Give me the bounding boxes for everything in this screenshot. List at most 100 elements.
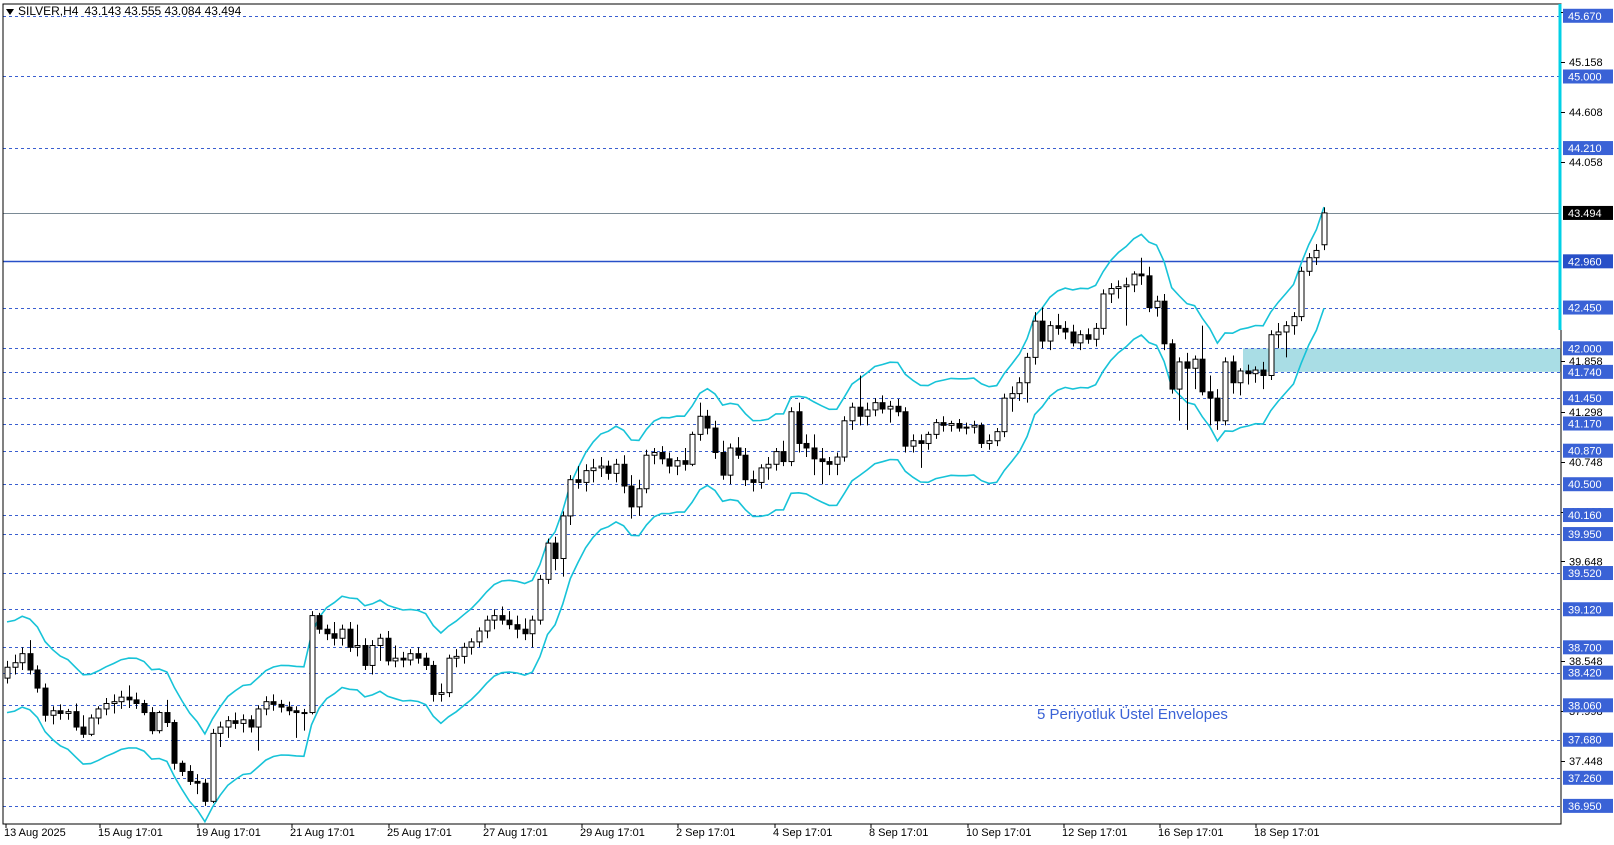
candle[interactable] [811, 434, 818, 476]
candle[interactable] [1176, 357, 1183, 421]
candle[interactable] [1298, 266, 1305, 322]
candle[interactable] [187, 765, 194, 786]
candle[interactable] [438, 683, 445, 702]
candle[interactable] [697, 402, 704, 441]
candle[interactable] [309, 611, 316, 715]
candle[interactable] [742, 447, 749, 487]
candle[interactable] [278, 699, 285, 713]
candle[interactable] [864, 402, 871, 426]
candle[interactable] [225, 716, 232, 738]
candle[interactable] [293, 706, 300, 738]
candle[interactable] [415, 647, 422, 664]
candle[interactable] [605, 460, 612, 480]
candle[interactable] [1268, 330, 1275, 381]
candle[interactable] [270, 694, 277, 711]
candle[interactable] [331, 621, 338, 646]
candle[interactable] [712, 420, 719, 459]
candle[interactable] [720, 440, 727, 480]
candle[interactable] [19, 647, 26, 670]
candle[interactable] [1184, 352, 1191, 430]
candle[interactable] [42, 683, 49, 722]
candle[interactable] [499, 606, 506, 625]
candle[interactable] [141, 699, 148, 716]
candle[interactable] [659, 446, 666, 465]
candle[interactable] [689, 431, 696, 467]
candle[interactable] [1055, 313, 1062, 335]
candle[interactable] [1291, 312, 1298, 335]
candle[interactable] [956, 418, 963, 432]
candle[interactable] [994, 428, 1001, 447]
candle[interactable] [339, 624, 346, 646]
candle[interactable] [164, 699, 171, 728]
candle[interactable] [354, 624, 361, 657]
candle[interactable] [590, 458, 597, 483]
candle[interactable] [468, 638, 475, 655]
candle[interactable] [65, 708, 72, 720]
candle[interactable] [4, 660, 11, 684]
candle[interactable] [803, 434, 810, 458]
candle[interactable] [34, 665, 41, 693]
candle[interactable] [423, 652, 430, 670]
candle[interactable] [925, 431, 932, 450]
candle[interactable] [1077, 330, 1084, 351]
candle[interactable] [560, 511, 567, 577]
candle[interactable] [1199, 325, 1206, 396]
candle[interactable] [385, 631, 392, 666]
candle[interactable] [1321, 207, 1328, 251]
candle[interactable] [1085, 328, 1092, 344]
candle[interactable] [1024, 352, 1031, 403]
candle[interactable] [933, 418, 940, 439]
candle[interactable] [255, 705, 262, 751]
candle[interactable] [392, 645, 399, 668]
candle[interactable] [126, 685, 133, 709]
candle[interactable] [407, 649, 414, 666]
candle[interactable] [621, 455, 628, 494]
candle[interactable] [636, 479, 643, 516]
candle[interactable] [872, 398, 879, 417]
candle[interactable] [1154, 295, 1161, 317]
candle[interactable] [529, 615, 536, 648]
candle[interactable] [1016, 377, 1023, 401]
candle[interactable] [651, 447, 658, 465]
candle[interactable] [788, 407, 795, 467]
candle[interactable] [902, 407, 909, 453]
candle[interactable] [552, 536, 559, 571]
candle[interactable] [453, 649, 460, 668]
candle[interactable] [796, 402, 803, 453]
candle[interactable] [476, 627, 483, 648]
candle[interactable] [111, 694, 118, 714]
candle[interactable] [1169, 339, 1176, 394]
candle[interactable] [50, 706, 57, 725]
candle[interactable] [194, 774, 201, 795]
candle[interactable] [826, 457, 833, 476]
chart-menu-triangle-icon[interactable] [6, 8, 14, 15]
candle[interactable] [1039, 307, 1046, 349]
candle[interactable] [301, 708, 308, 731]
candle[interactable] [1070, 324, 1077, 347]
candle[interactable] [248, 715, 255, 733]
candle[interactable] [491, 609, 498, 630]
candle[interactable] [735, 437, 742, 459]
candle[interactable] [316, 612, 323, 634]
candle[interactable] [324, 624, 331, 641]
candle[interactable] [1001, 393, 1008, 438]
candle[interactable] [88, 714, 95, 737]
candle[interactable] [1237, 368, 1244, 396]
candle[interactable] [1115, 280, 1122, 299]
candle[interactable] [103, 698, 110, 716]
candle[interactable] [430, 660, 437, 702]
price-chart[interactable]: 45.15844.60844.05841.85841.29840.74840.1… [0, 0, 1614, 840]
candle[interactable] [347, 621, 354, 652]
candle[interactable] [758, 464, 765, 489]
candle[interactable] [57, 704, 64, 720]
candle[interactable] [1230, 355, 1237, 394]
candle[interactable] [727, 443, 734, 485]
candle[interactable] [446, 654, 453, 698]
candle[interactable] [1207, 375, 1214, 426]
candle[interactable] [940, 416, 947, 432]
candle[interactable] [643, 449, 650, 494]
candle[interactable] [202, 778, 209, 806]
candle[interactable] [1047, 321, 1054, 351]
candle[interactable] [819, 447, 826, 485]
candle[interactable] [27, 640, 34, 675]
